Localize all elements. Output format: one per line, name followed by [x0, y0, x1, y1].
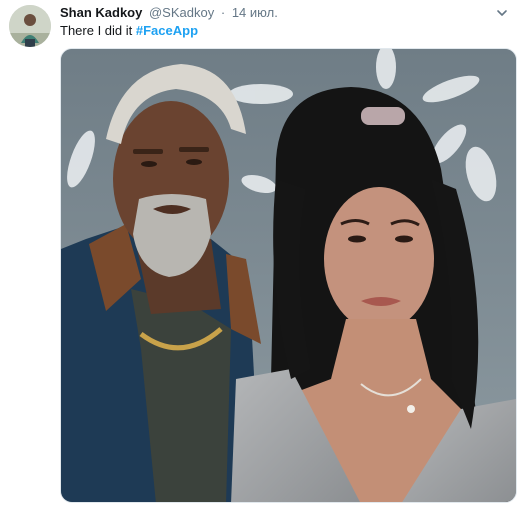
hashtag-link[interactable]: #FaceApp: [136, 23, 198, 38]
author-avatar[interactable]: [9, 5, 51, 47]
tweet-photo[interactable]: [60, 48, 517, 503]
tweet[interactable]: Shan Kadkoy @SKadkoy · 14 июл. There I d…: [0, 0, 523, 508]
photo-image: [61, 49, 516, 502]
avatar-image: [9, 5, 51, 47]
tweet-header: Shan Kadkoy @SKadkoy · 14 июл.: [60, 5, 278, 21]
header-separator: ·: [220, 5, 226, 20]
author-display-name[interactable]: Shan Kadkoy: [60, 5, 142, 20]
author-handle[interactable]: @SKadkoy: [149, 5, 214, 20]
tweet-text: There I did it #FaceApp: [60, 23, 198, 39]
tweet-timestamp[interactable]: 14 июл.: [232, 5, 278, 20]
chevron-down-icon[interactable]: [495, 6, 509, 20]
tweet-body: There I did it: [60, 23, 133, 38]
